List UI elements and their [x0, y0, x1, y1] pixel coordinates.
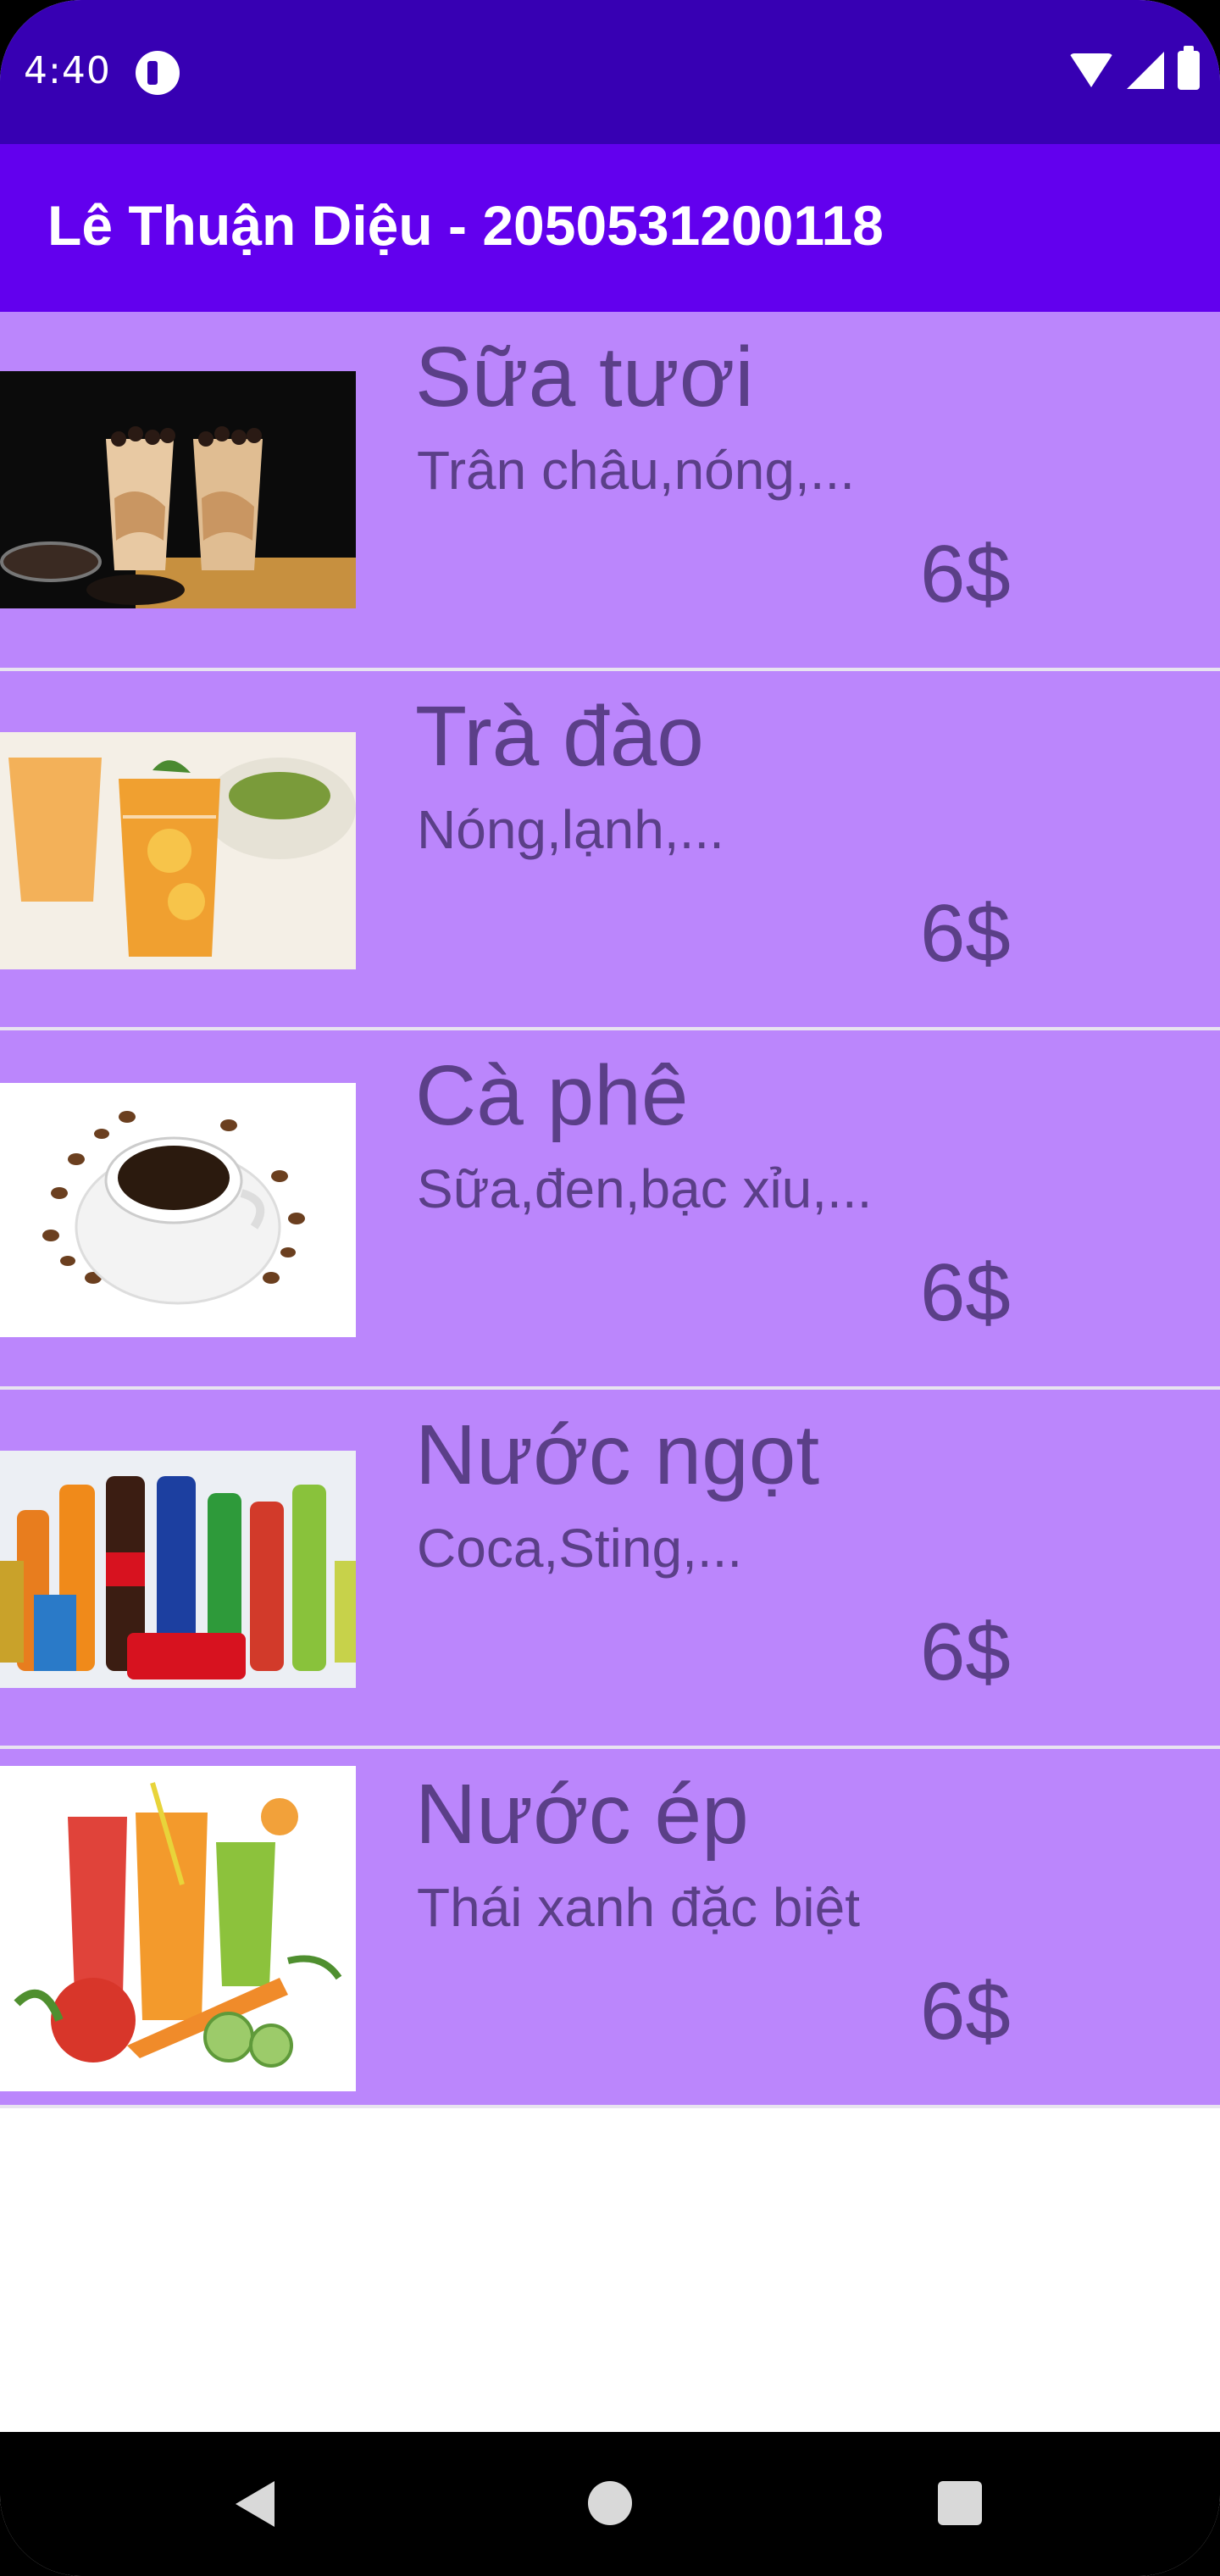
app-bar: Lê Thuận Diệu - 2050531200118	[0, 144, 1220, 312]
list-item[interactable]: Nước ngọt Coca,Sting,... 6$	[0, 1390, 1220, 1749]
battery-icon	[1178, 46, 1200, 90]
item-description: Trân châu,nóng,...	[417, 440, 856, 501]
list-item[interactable]: Trà đào Nóng,lạnh,... 6$	[0, 671, 1220, 1030]
navigation-bar	[0, 2432, 1220, 2576]
item-name: Trà đào	[415, 689, 704, 784]
list-item[interactable]: Cà phê Sữa,đen,bạc xỉu,... 6$	[0, 1030, 1220, 1390]
list-item[interactable]: Nước ép Thái xanh đặc biệt 6$	[0, 1749, 1220, 2108]
signal-icon	[1127, 52, 1164, 89]
status-time: 4:40	[24, 49, 111, 92]
juice-image	[0, 1766, 356, 2091]
app-notification-icon	[136, 51, 180, 95]
coffee-image	[0, 1083, 356, 1337]
app-title: Lê Thuận Diệu - 2050531200118	[47, 194, 884, 257]
status-bar: 4:40	[0, 0, 1220, 144]
status-icons	[1069, 46, 1200, 92]
item-description: Sữa,đen,bạc xỉu,...	[417, 1158, 873, 1219]
peach-tea-image	[0, 732, 356, 969]
item-price: 6$	[920, 1607, 1011, 1697]
soft-drinks-image	[0, 1451, 356, 1688]
item-name: Cà phê	[415, 1048, 689, 1143]
list-item[interactable]: Sữa tươi Trân châu,nóng,... 6$	[0, 312, 1220, 671]
drink-list[interactable]: Sữa tươi Trân châu,nóng,... 6$ Trà đào N…	[0, 312, 1220, 2108]
milk-tea-image	[0, 371, 356, 608]
item-description: Thái xanh đặc biệt	[417, 1877, 860, 1938]
item-description: Coca,Sting,...	[417, 1518, 743, 1579]
item-description: Nóng,lạnh,...	[417, 799, 724, 860]
back-icon[interactable]	[236, 2481, 274, 2527]
item-price: 6$	[920, 529, 1011, 619]
item-name: Nước ngọt	[415, 1407, 820, 1502]
item-price: 6$	[920, 1247, 1011, 1338]
recents-icon[interactable]	[938, 2481, 982, 2525]
item-price: 6$	[920, 1966, 1011, 2057]
phone-screen: 4:40 Lê Thuận Diệu - 2050531200118 Sữa t…	[0, 0, 1220, 2576]
item-name: Nước ép	[415, 1767, 749, 1862]
item-name: Sữa tươi	[415, 330, 754, 425]
home-icon[interactable]	[588, 2481, 632, 2525]
wifi-icon	[1069, 53, 1113, 87]
item-price: 6$	[920, 888, 1011, 979]
